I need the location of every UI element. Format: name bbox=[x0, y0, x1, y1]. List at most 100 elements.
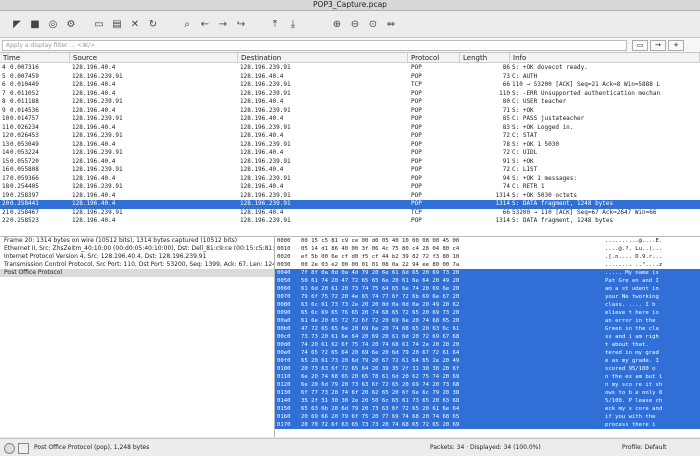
display-filter-bar: Apply a display filter ... <⌘/> ▭ → + bbox=[0, 38, 700, 53]
packet-cell-proto: POP bbox=[411, 174, 422, 182]
detail-tree-item[interactable]: Ethernet II, Src: ZhsZeitm_40:10:00 (00:… bbox=[0, 245, 274, 253]
packet-row[interactable]: 7 0.011052 128.196.40.4 128.196.239.91 POP 11… bbox=[0, 90, 700, 99]
packet-row[interactable]: 12 0.026453 128.196.239.91 128.196.40.4 POP 7… bbox=[0, 132, 700, 141]
packet-cell-time: 0.254405 bbox=[10, 183, 39, 190]
zoom-reset-icon[interactable]: ⊙ bbox=[366, 17, 380, 31]
packet-row[interactable]: 20 0.258441 128.196.40.4 128.196.239.91 POP 1… bbox=[0, 200, 700, 209]
packet-row[interactable]: 10 0.014757 128.196.239.91 128.196.40.4 POP 8… bbox=[0, 115, 700, 124]
bytes-ascii: Green in the cla bbox=[605, 326, 659, 332]
packet-row[interactable]: 11 0.026234 128.196.40.4 128.196.239.91 POP 8… bbox=[0, 124, 700, 133]
packet-cell-proto: POP bbox=[411, 183, 422, 190]
packet-row[interactable]: 19 0.258397 128.196.40.4 128.196.239.91 POP 1… bbox=[0, 192, 700, 201]
packet-row[interactable]: 16 0.055808 128.196.239.91 128.196.40.4 POP 7… bbox=[0, 166, 700, 175]
packet-row[interactable]: 13 0.053049 128.196.40.4 128.196.239.91 POP 7… bbox=[0, 141, 700, 150]
packet-cell-time: 0.026453 bbox=[10, 132, 39, 139]
bytes-ascii: n my sco re it sh bbox=[605, 382, 663, 388]
packet-bytes-pane: 0000 00 15 c5 81 c9 ce 00 d0 05 40 10 00 … bbox=[275, 237, 700, 437]
restart-icon[interactable]: ◎ bbox=[46, 17, 60, 31]
packet-cell-proto: POP bbox=[411, 140, 422, 148]
bytes-hex: ef 5b 00 6e cf d0 f5 cf 44 b2 39 82 72 f… bbox=[301, 254, 460, 260]
packet-cell-time: 0.010449 bbox=[10, 81, 39, 88]
bytes-ascii: eck my s core and bbox=[605, 406, 663, 412]
filter-add-button[interactable]: + bbox=[668, 40, 684, 51]
zoom-out-icon[interactable]: ⊖ bbox=[348, 17, 362, 31]
bytes-off: 0090 bbox=[277, 310, 291, 316]
column-header-time[interactable]: Time bbox=[0, 53, 70, 63]
last-packet-icon[interactable]: ⤓ bbox=[286, 17, 300, 31]
packet-row[interactable]: 8 0.011188 128.196.239.91 128.196.40.4 POP 80… bbox=[0, 98, 700, 107]
bytes-ascii: scored 95/100 o bbox=[605, 366, 656, 372]
detail-tree-item[interactable]: Internet Protocol Version 4, Src: 128.19… bbox=[0, 253, 274, 261]
bytes-ascii: ..........@....E. bbox=[605, 238, 663, 244]
bytes-ascii: e as my grade. I bbox=[605, 358, 659, 364]
back-icon[interactable]: ← bbox=[198, 17, 212, 31]
packet-row[interactable]: 5 0.007459 128.196.239.91 128.196.40.4 POP 73… bbox=[0, 73, 700, 82]
column-header-source[interactable]: Source bbox=[70, 53, 238, 63]
bytes-ascii: t about that. bbox=[605, 342, 649, 348]
goto-icon[interactable]: ↪ bbox=[234, 17, 248, 31]
packet-row[interactable]: 14 0.053224 128.196.239.91 128.196.40.4 POP 7… bbox=[0, 149, 700, 158]
packet-row[interactable]: 6 0.010449 128.196.40.4 128.196.239.91 TCP 66… bbox=[0, 81, 700, 90]
packet-cell-dst: 128.196.239.91 bbox=[240, 191, 291, 199]
packet-cell-time: 0.258441 bbox=[10, 200, 39, 207]
packet-cell-time: 0.014757 bbox=[10, 115, 39, 122]
column-header-info[interactable]: Info bbox=[510, 53, 700, 63]
packet-cell-src: 128.196.239.91 bbox=[72, 115, 123, 122]
packet-row[interactable]: 18 0.254405 128.196.239.91 128.196.40.4 POP 7… bbox=[0, 183, 700, 192]
shark-fin-icon[interactable]: ◤ bbox=[10, 17, 24, 31]
detail-tree-item[interactable]: Transmission Control Protocol, Src Port:… bbox=[0, 261, 274, 269]
forward-icon[interactable]: → bbox=[216, 17, 230, 31]
first-packet-icon[interactable]: ⤒ bbox=[268, 17, 282, 31]
packet-cell-dst: 128.196.239.91 bbox=[240, 174, 291, 182]
bytes-ascii: class. .... I b bbox=[605, 302, 656, 308]
close-file-icon[interactable]: ✕ bbox=[128, 17, 142, 31]
packet-row[interactable]: 15 0.055720 128.196.40.4 128.196.239.91 POP 9… bbox=[0, 158, 700, 167]
bytes-off: 0170 bbox=[277, 422, 291, 428]
packet-cell-len: 72 bbox=[502, 149, 510, 156]
stop-icon[interactable]: ■ bbox=[28, 17, 42, 31]
packet-cell-src: 128.196.40.4 bbox=[72, 123, 116, 131]
packet-row[interactable]: 9 0.014536 128.196.40.4 128.196.239.91 POP 71… bbox=[0, 107, 700, 116]
packet-row[interactable]: 4 0.007316 128.196.40.4 128.196.239.91 POP 86… bbox=[0, 64, 700, 73]
filter-clear-button[interactable]: ▭ bbox=[632, 40, 648, 51]
settings-icon[interactable]: ⚙ bbox=[64, 17, 78, 31]
zoom-in-icon[interactable]: ⊕ bbox=[330, 17, 344, 31]
packet-cell-time: 0.053049 bbox=[10, 140, 39, 148]
bytes-row: 0020 ef 5b 00 6e cf d0 f5 cf 44 b2 39 82 … bbox=[275, 253, 700, 261]
packet-cell-len: 83 bbox=[502, 123, 510, 131]
filter-apply-button[interactable]: → bbox=[650, 40, 666, 51]
packet-cell-len: 73 bbox=[502, 72, 510, 80]
open-icon[interactable]: ▭ bbox=[92, 17, 106, 31]
packet-cell-len: 1314 bbox=[495, 217, 510, 224]
packet-row[interactable]: 21 0.258467 128.196.239.91 128.196.40.4 TCP 6… bbox=[0, 209, 700, 218]
detail-tree-item[interactable]: Frame 20: 1314 bytes on wire (10512 bits… bbox=[0, 237, 274, 245]
display-filter-input[interactable]: Apply a display filter ... <⌘/> bbox=[2, 40, 627, 51]
expert-info-icon[interactable] bbox=[4, 443, 15, 454]
packet-row[interactable]: 22 0.258523 128.196.40.4 128.196.239.91 POP 1… bbox=[0, 217, 700, 226]
bytes-row: 00a0 61 6e 20 65 72 72 6f 72 20 69 6e 20 … bbox=[275, 317, 700, 325]
column-header-protocol[interactable]: Protocol bbox=[408, 53, 460, 63]
save-icon[interactable]: ▤ bbox=[110, 17, 124, 31]
packet-cell-time: 0.026234 bbox=[10, 123, 39, 131]
capture-comment-icon[interactable] bbox=[18, 443, 29, 454]
packet-cell-src: 128.196.239.91 bbox=[72, 98, 123, 105]
packet-cell-info: C: USER teacher bbox=[512, 98, 567, 105]
reload-icon[interactable]: ↻ bbox=[146, 17, 160, 31]
packet-cell-src: 128.196.239.91 bbox=[72, 132, 123, 139]
packet-cell-proto: POP bbox=[411, 217, 422, 224]
detail-tree-item[interactable]: Post Office Protocol bbox=[0, 269, 274, 277]
packet-cell-len: 1314 bbox=[495, 191, 510, 199]
status-profile[interactable]: Profile: Default bbox=[622, 439, 667, 456]
packet-cell-proto: POP bbox=[411, 106, 422, 114]
bytes-off: 0130 bbox=[277, 390, 291, 396]
column-header-length[interactable]: Length bbox=[460, 53, 510, 63]
column-header-destination[interactable]: Destination bbox=[238, 53, 408, 63]
packet-cell-info: S: +OK bbox=[512, 106, 534, 114]
bytes-row: 0050 50 61 74 20 47 72 65 65 6e 20 61 6e … bbox=[275, 277, 700, 285]
packet-cell-src: 128.196.40.4 bbox=[72, 140, 116, 148]
bytes-row: 0000 00 15 c5 81 c9 ce 00 d0 05 40 10 00 … bbox=[275, 237, 700, 245]
bytes-ascii: ows to b e only 8 bbox=[605, 390, 663, 396]
search-icon[interactable]: ⌕ bbox=[180, 17, 194, 31]
packet-row[interactable]: 17 0.059366 128.196.40.4 128.196.239.91 POP 9… bbox=[0, 175, 700, 184]
resize-columns-icon[interactable]: ⇔ bbox=[384, 17, 398, 31]
